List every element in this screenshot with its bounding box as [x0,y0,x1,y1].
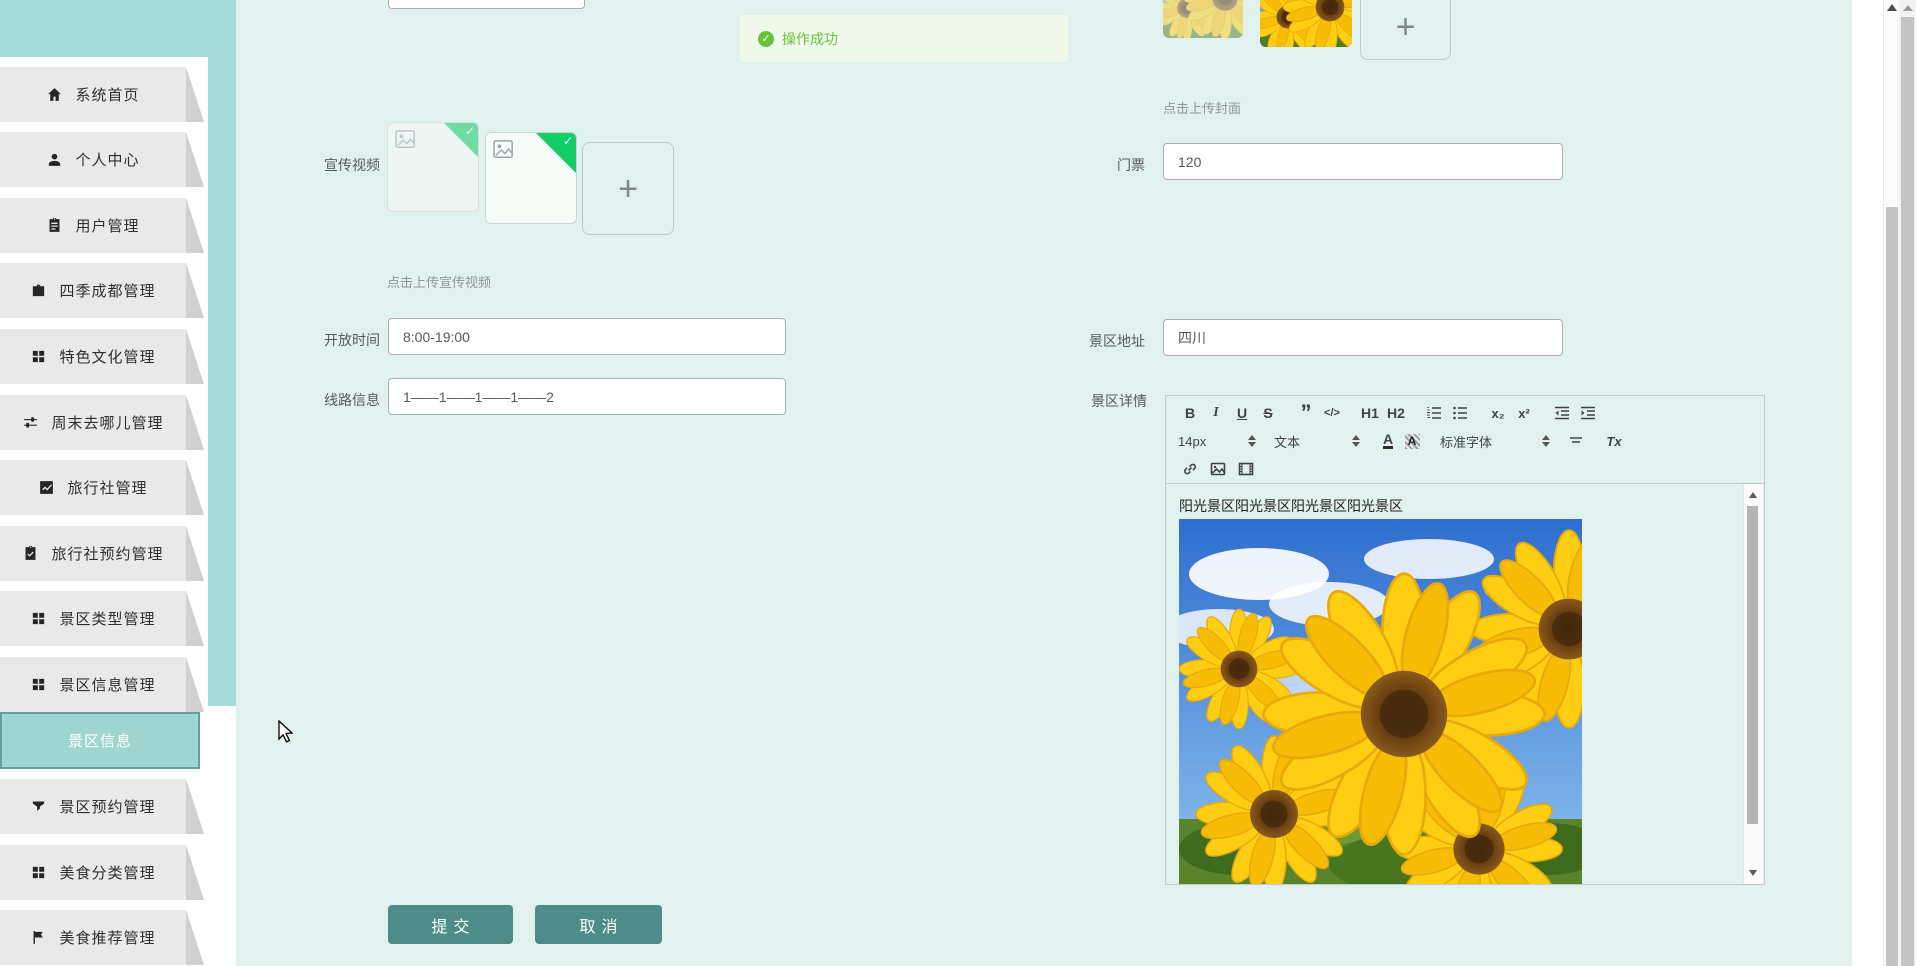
indent-icon[interactable] [1576,402,1600,424]
scroll-up-icon[interactable] [1887,4,1897,11]
grid-icon [30,610,47,627]
address-label: 景区地址 [1089,333,1145,349]
underline-icon[interactable]: U [1230,402,1254,424]
subscript-icon[interactable]: x₂ [1486,402,1510,424]
ticket-label: 门票 [1117,157,1145,173]
video-upload-hint: 点击上传宣传视频 [387,275,492,290]
broken-image-icon [493,140,513,158]
font-size-select[interactable]: 14px [1178,434,1256,449]
sidebar-item-scenic-info-selected[interactable]: 景区信息 [0,712,200,769]
background-color-icon[interactable]: A [1400,430,1424,452]
bold-icon[interactable]: B [1178,402,1202,424]
route-info-label: 线路信息 [324,392,380,408]
image-icon[interactable] [1206,458,1230,480]
chart-icon [38,479,55,496]
sidebar-item-agency-booking[interactable]: 旅行社预约管理 [0,526,204,581]
video-icon[interactable] [1234,458,1258,480]
sidebar-item-weekend[interactable]: 周末去哪儿管理 [0,395,204,450]
grid-icon [30,676,47,693]
link-icon[interactable] [1178,458,1202,480]
code-block-icon[interactable]: </> [1320,402,1344,424]
editor-scrollbar-thumb[interactable] [1747,506,1758,824]
sidebar-item-seasons[interactable]: 四季成都管理 [0,263,204,318]
cover-thumbnail-2[interactable] [1260,0,1352,47]
address-input[interactable] [1163,319,1563,356]
video-upload-button[interactable]: + [582,142,674,235]
sidebar-item-food-categories[interactable]: 美食分类管理 [0,845,204,900]
video-label: 宣传视频 [324,157,380,173]
clipboard-icon [46,217,63,234]
grid-icon [30,348,47,365]
scroll-up-icon[interactable] [1749,492,1757,498]
header-1-icon[interactable]: H1 [1358,402,1382,424]
route-info-input[interactable] [388,378,786,415]
sidebar-item-scenic-booking[interactable]: 景区预约管理 [0,779,204,834]
top-cutoff-input[interactable] [388,0,585,9]
app-window: ✓ 操作成功 + 点击上传封面 宣传视频 ✓ ✓ + 点击上传宣传视频 开放时间… [0,0,1916,966]
font-family-select[interactable]: 标准字体 [1440,432,1550,451]
briefcase-icon [30,282,47,299]
ordered-list-icon[interactable] [1422,402,1446,424]
submit-button[interactable]: 提交 [388,905,513,944]
clipboard-check-icon [22,545,39,562]
grid-icon [30,864,47,881]
success-check-icon: ✓ [758,30,774,47]
sidebar-item-culture[interactable]: 特色文化管理 [0,329,204,384]
sidebar-item-scenic-info-mgmt[interactable]: 景区信息管理 [0,657,204,712]
cover-thumbnail-1[interactable] [1163,0,1243,38]
header-2-icon[interactable]: H2 [1384,402,1408,424]
success-alert: ✓ 操作成功 [740,15,1068,62]
editor-toolbar: B I U S ” </> H1 H2 x₂ x² 14px 文本 A A 标准… [1166,396,1764,484]
sidebar-item-users[interactable]: 用户管理 [0,198,204,253]
scroll-down-icon[interactable] [1749,870,1757,876]
editor-scrollbar[interactable] [1743,484,1763,884]
editor-content[interactable]: 阳光景区阳光景区阳光景区阳光景区 [1166,484,1764,884]
sidebar-item-scenic-types[interactable]: 景区类型管理 [0,591,204,646]
sidebar-item-home[interactable]: 系统首页 [0,67,204,122]
italic-icon[interactable]: I [1204,402,1228,424]
sidebar-item-agency[interactable]: 旅行社管理 [0,460,204,515]
cover-upload-hint: 点击上传封面 [1163,101,1242,116]
sidebar-item-profile[interactable]: 个人中心 [0,132,204,187]
rich-text-editor: B I U S ” </> H1 H2 x₂ x² 14px 文本 A A 标准… [1165,395,1765,885]
broken-image-icon [395,130,415,148]
editor-text: 阳光景区阳光景区阳光景区阳光景区 [1179,498,1403,514]
sliders-icon [22,414,39,431]
open-time-label: 开放时间 [324,332,380,348]
text-color-icon[interactable]: A [1376,430,1400,452]
strikethrough-icon[interactable]: S [1256,402,1280,424]
superscript-icon[interactable]: x² [1512,402,1536,424]
person-icon [46,151,63,168]
cover-upload-button[interactable]: + [1360,0,1451,60]
video-file-card-1[interactable]: ✓ [387,122,479,212]
video-file-card-2[interactable]: ✓ [485,132,577,224]
bullet-list-icon[interactable] [1448,402,1472,424]
scroll-up-icon[interactable] [1903,5,1913,11]
browser-scrollbar[interactable] [1899,0,1916,966]
mouse-cursor [278,720,294,743]
outdent-icon[interactable] [1550,402,1574,424]
open-time-input[interactable] [388,318,786,355]
sidebar-header [0,0,236,57]
sidebar-item-food-recommend[interactable]: 美食推荐管理 [0,910,204,965]
home-icon [46,86,63,103]
filter-icon [30,798,47,815]
detail-sunflower-image [1179,519,1582,884]
ticket-input[interactable] [1163,143,1563,180]
upload-success-check-icon: ✓ [464,124,475,138]
page-inner-scrollbar[interactable] [1883,0,1900,966]
clean-format-icon[interactable]: Tx [1602,430,1626,452]
browser-scrollbar-thumb[interactable] [1901,17,1914,966]
flag-icon [30,929,47,946]
success-alert-text: 操作成功 [782,30,838,47]
cancel-button[interactable]: 取消 [535,905,662,944]
sidebar-accent-strip [208,57,236,706]
block-format-select[interactable]: 文本 [1274,432,1360,451]
detail-label: 景区详情 [1091,393,1147,409]
inner-scrollbar-thumb[interactable] [1886,207,1898,966]
align-icon[interactable] [1564,430,1588,452]
content-right-margin [1852,0,1883,966]
blockquote-icon[interactable]: ” [1294,400,1318,425]
upload-success-check-icon: ✓ [562,134,573,148]
